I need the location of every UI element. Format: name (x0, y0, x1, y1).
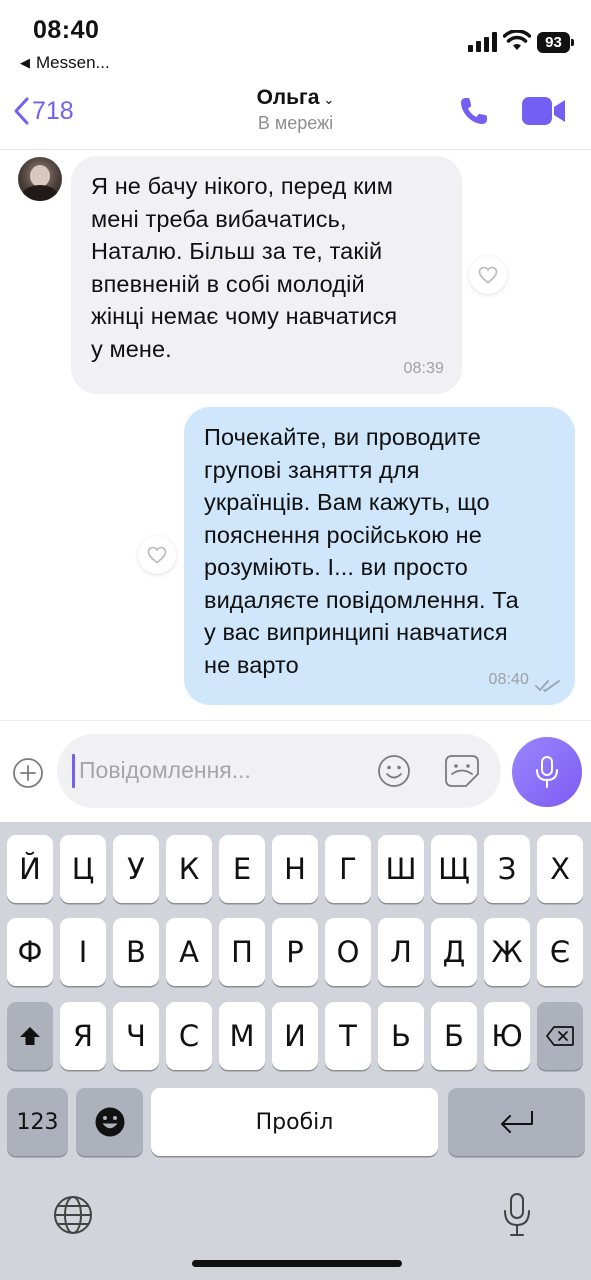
dictation-microphone-icon[interactable] (502, 1192, 532, 1238)
key-letter[interactable]: Ш (378, 835, 424, 903)
chat-header: 718 Ольга ⌄ В мережі (0, 82, 591, 150)
heart-icon (147, 546, 167, 564)
key-letter[interactable]: А (166, 918, 212, 986)
phone-call-icon[interactable] (458, 95, 490, 127)
key-letter[interactable]: Ь (378, 1002, 424, 1070)
key-letter[interactable]: С (166, 1002, 212, 1070)
key-letter[interactable]: В (113, 918, 159, 986)
message-line: розуміють. І... ви просто (204, 554, 468, 580)
key-letter[interactable]: М (219, 1002, 265, 1070)
plus-icon[interactable] (12, 757, 44, 789)
key-letter[interactable]: Я (60, 1002, 106, 1070)
status-bar: 08:40 ◀ Messen... 93 (0, 0, 591, 82)
message-line: Наталю. Більш за те, такій (91, 238, 383, 264)
backspace-icon (546, 1026, 574, 1046)
message-timestamp: 08:40 (488, 670, 529, 688)
message-line: мені треба вибачатись, (91, 205, 347, 232)
sticker-icon[interactable] (444, 754, 480, 788)
shift-arrow-icon (20, 1027, 40, 1045)
like-button[interactable] (138, 536, 176, 574)
key-letter[interactable]: Ж (484, 918, 530, 986)
key-letter[interactable]: Х (537, 835, 583, 903)
key-letter[interactable]: І (60, 918, 106, 986)
message-line: впевненій в собі молодій (91, 270, 365, 297)
key-letter[interactable]: Б (431, 1002, 477, 1070)
key-letter[interactable]: Е (219, 835, 265, 903)
key-letter[interactable]: Ф (7, 918, 53, 986)
message-line: видаляєте повідомлення. Та (204, 586, 519, 613)
message-line: жінці немає чому навчатися (91, 303, 398, 329)
key-letter[interactable]: Г (325, 835, 371, 903)
message-line: Я не бачу нікого, перед ким (91, 173, 393, 199)
voice-message-button[interactable] (512, 737, 582, 807)
message-line: у мене. (91, 335, 172, 362)
battery-indicator: 93 (537, 32, 574, 53)
key-letter[interactable]: Ч (113, 1002, 159, 1070)
outgoing-message-bubble[interactable]: Почекайте, ви проводите групові заняття … (184, 407, 575, 705)
message-text: Почекайте, ви проводите групові заняття … (204, 421, 555, 681)
shift-key[interactable] (7, 1002, 53, 1070)
incoming-message-bubble[interactable]: Я не бачу нікого, перед ким мені треба в… (71, 156, 462, 394)
key-letter[interactable]: Щ (431, 835, 477, 903)
return-key[interactable] (448, 1088, 585, 1156)
heart-icon (478, 266, 498, 284)
message-line: українців. Вам кажуть, що (204, 489, 490, 515)
read-checkmarks-icon (535, 680, 560, 692)
contact-name-row[interactable]: Ольга ⌄ (0, 86, 591, 110)
like-button[interactable] (469, 256, 507, 294)
key-letter[interactable]: З (484, 835, 530, 903)
back-triangle-icon: ◀ (20, 55, 30, 70)
key-letter[interactable]: Л (378, 918, 424, 986)
space-key[interactable]: Пробіл (151, 1088, 438, 1156)
key-letter[interactable]: Д (431, 918, 477, 986)
key-letter[interactable]: О (325, 918, 371, 986)
message-input-placeholder: Повідомлення... (79, 757, 251, 783)
contact-status: В мережі (257, 113, 334, 133)
return-arrow-icon (500, 1111, 533, 1133)
contact-info[interactable]: Ольга ⌄ В мережі (0, 86, 591, 134)
message-input[interactable]: Повідомлення... (57, 734, 501, 808)
message-text: Я не бачу нікого, перед ким мені треба в… (91, 170, 442, 365)
globe-icon[interactable] (52, 1194, 94, 1236)
key-letter[interactable]: Й (7, 835, 53, 903)
home-indicator[interactable] (192, 1260, 402, 1267)
emoji-icon (95, 1107, 124, 1137)
key-letter[interactable]: К (166, 835, 212, 903)
key-letter[interactable]: Н (272, 835, 318, 903)
message-composer: Повідомлення... (0, 720, 591, 822)
emoji-icon[interactable] (377, 754, 411, 788)
message-line: пояснення російською не (204, 521, 482, 548)
microphone-icon (536, 756, 558, 788)
keyboard: Й Ц У К Е Н Г Ш Щ З Х Ф І В А П Р О Л Д … (0, 822, 591, 1280)
video-call-icon[interactable] (522, 96, 566, 126)
message-line: групові заняття для (204, 456, 420, 483)
key-letter[interactable]: Є (537, 918, 583, 986)
key-letter[interactable]: У (113, 835, 159, 903)
status-time: 08:40 (33, 16, 100, 44)
key-letter[interactable]: Ю (484, 1002, 530, 1070)
contact-avatar[interactable] (18, 157, 62, 201)
key-letter[interactable]: Р (272, 918, 318, 986)
key-letter[interactable]: Ц (60, 835, 106, 903)
back-app-label: Messen... (36, 53, 110, 72)
key-letter[interactable]: П (219, 918, 265, 986)
key-letter[interactable]: И (272, 1002, 318, 1070)
message-timestamp: 08:39 (403, 359, 444, 377)
numbers-key[interactable]: 123 (7, 1088, 68, 1156)
text-caret (72, 754, 75, 788)
wifi-icon (503, 30, 531, 50)
message-line: Почекайте, ви проводите (204, 424, 481, 450)
key-letter[interactable]: Т (325, 1002, 371, 1070)
delete-key[interactable] (537, 1002, 583, 1070)
contact-name: Ольга (256, 86, 320, 109)
chevron-down-icon: ⌄ (323, 92, 335, 107)
emoji-keyboard-key[interactable] (76, 1088, 143, 1156)
cellular-signal-icon (468, 32, 497, 52)
message-line: у вас випринципі навчатися (204, 619, 508, 645)
back-to-app-link[interactable]: ◀ Messen... (20, 53, 110, 73)
